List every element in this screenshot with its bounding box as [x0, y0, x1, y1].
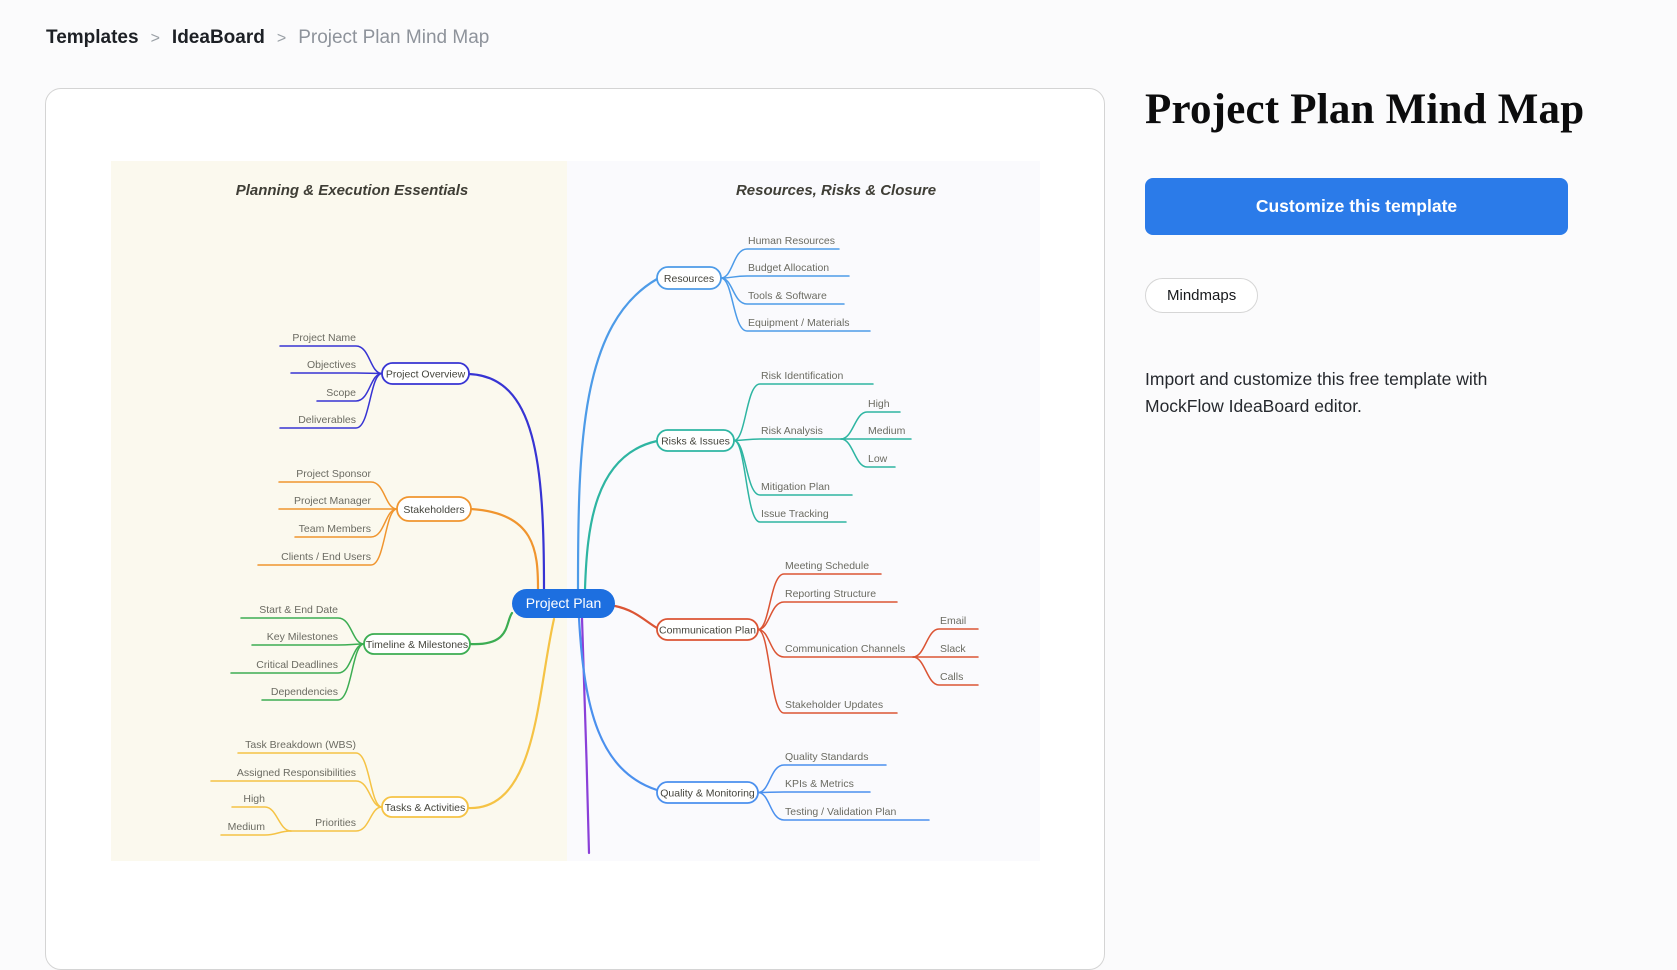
mindmap-subitem-label: High — [243, 793, 265, 805]
mindmap-item-label: Tools & Software — [748, 290, 827, 302]
mindmap-branch-node-label: Risks & Issues — [661, 436, 730, 448]
mindmap-branch-node-label: Project Overview — [386, 369, 466, 381]
mindmap-item-label: Key Milestones — [267, 631, 338, 643]
mindmap-item-label: Project Name — [292, 332, 356, 344]
mindmap-subitem-label: Low — [868, 453, 888, 465]
mindmap-branch-node-label: Timeline & Milestones — [366, 639, 468, 651]
mindmap-item-label: Project Manager — [294, 495, 372, 507]
mindmap-item-label: Team Members — [299, 523, 371, 535]
mindmap-item-line — [291, 373, 382, 374]
breadcrumb-ideaboard[interactable]: IdeaBoard — [172, 27, 265, 49]
mindmap-branch-node-label: Tasks & Activities — [385, 802, 466, 814]
mindmap-item-line — [758, 792, 870, 793]
mindmap-item-label: Start & End Date — [259, 604, 338, 616]
mindmap-item-label: Deliverables — [298, 414, 356, 426]
mindmap-item-label: Scope — [326, 387, 356, 399]
mindmap-item-label: Clients / End Users — [281, 551, 371, 563]
mindmap-item-label: Risk Analysis — [761, 425, 823, 437]
mindmap-item-label: Budget Allocation — [748, 262, 829, 274]
mindmap-subitem-label: Medium — [228, 821, 266, 833]
mindmap-item-label: Testing / Validation Plan — [785, 806, 896, 818]
mindmap-left-section — [111, 161, 567, 861]
breadcrumb-current-page: Project Plan Mind Map — [298, 27, 489, 49]
mindmap-item-label: Dependencies — [271, 686, 338, 698]
mindmap-item-label: Equipment / Materials — [748, 317, 850, 329]
mindmap-left-header: Planning & Execution Essentials — [236, 182, 469, 199]
mindmap-item-label: Priorities — [315, 817, 356, 829]
chevron-right-icon: > — [151, 30, 160, 48]
breadcrumb: Templates > IdeaBoard > Project Plan Min… — [46, 27, 489, 49]
mindmap-right-header: Resources, Risks & Closure — [736, 182, 936, 199]
mindmap-item-label: Project Sponsor — [296, 468, 371, 480]
mindmap-branch-node-label: Communication Plan — [659, 625, 756, 637]
mindmap-item-label: Quality Standards — [785, 751, 868, 763]
mindmap-branch-node-label: Stakeholders — [403, 504, 464, 516]
breadcrumb-templates[interactable]: Templates — [46, 27, 139, 49]
mindmap-item-label: Critical Deadlines — [256, 659, 338, 671]
mindmap-item-label: Communication Channels — [785, 643, 905, 655]
mindmap-subitem-label: Email — [940, 615, 966, 627]
mindmap-item-label: Issue Tracking — [761, 508, 829, 520]
mindmap-branch-node-label: Quality & Monitoring — [660, 788, 755, 800]
mindmap-item-label: Meeting Schedule — [785, 560, 869, 572]
mindmap-subitem-label: Slack — [940, 643, 966, 655]
chevron-right-icon: > — [277, 30, 286, 48]
mindmap-item-label: Assigned Responsibilities — [237, 767, 356, 779]
mindmap-item-label: Reporting Structure — [785, 588, 876, 600]
mindmap-center-node-label: Project Plan — [526, 595, 601, 611]
mindmap-subitem-label: Calls — [940, 671, 963, 683]
template-description: Import and customize this free template … — [1145, 366, 1566, 420]
template-preview-card: Planning & Execution Essentials Resources… — [45, 88, 1105, 970]
category-tag-mindmaps[interactable]: Mindmaps — [1145, 278, 1258, 313]
mindmap-item-label: KPIs & Metrics — [785, 778, 854, 790]
mindmap-item-label: Objectives — [307, 359, 356, 371]
mindmap-preview: Planning & Execution Essentials Resources… — [111, 161, 1040, 861]
mindmap-subitem-label: Medium — [868, 425, 906, 437]
mindmap-item-label: Stakeholder Updates — [785, 699, 883, 711]
mindmap-item-label: Risk Identification — [761, 370, 843, 382]
mindmap-item-label: Mitigation Plan — [761, 481, 830, 493]
customize-template-button[interactable]: Customize this template — [1145, 178, 1568, 235]
mindmap-item-label: Human Resources — [748, 235, 835, 247]
mindmap-branch-node-label: Resources — [664, 273, 714, 285]
template-info-panel: Project Plan Mind Map Customize this tem… — [1145, 86, 1568, 438]
mindmap-item-label: Task Breakdown (WBS) — [245, 739, 356, 751]
mindmap-subitem-label: High — [868, 398, 890, 410]
page-title: Project Plan Mind Map — [1145, 86, 1568, 133]
